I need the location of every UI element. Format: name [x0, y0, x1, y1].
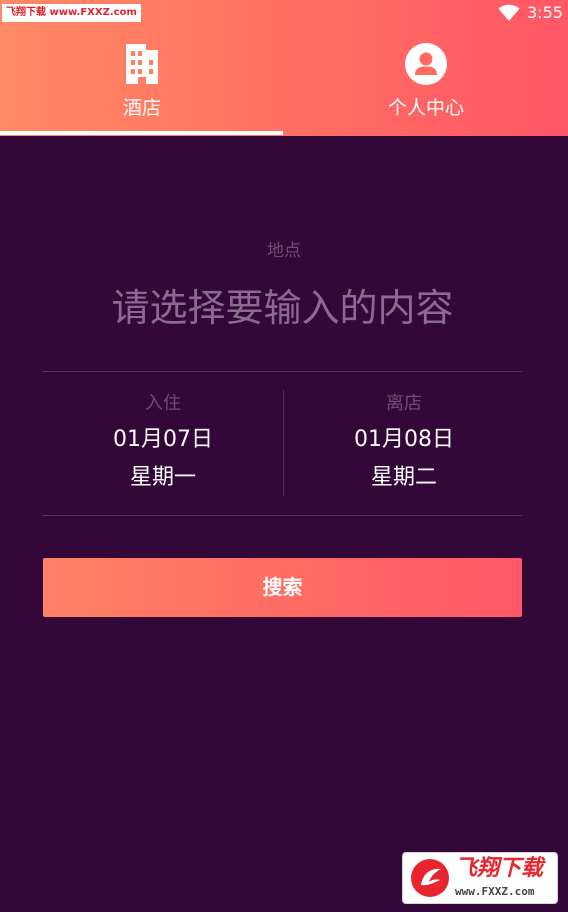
status-time: 3:55 [527, 3, 563, 22]
tab-hotel-label: 酒店 [122, 97, 161, 119]
tab-hotel[interactable]: 酒店 [0, 40, 284, 130]
tab-profile-label: 个人中心 [387, 97, 464, 119]
top-tab-bar: 飞翔下载 www.FXXZ.com 3:55 酒店 个人中心 [0, 0, 568, 136]
watermark-logo-icon [411, 859, 449, 897]
building-icon [126, 44, 158, 84]
checkin-date: 01月07日 [113, 427, 213, 452]
watermark-top-left: 飞翔下载 www.FXXZ.com [2, 4, 141, 22]
divider-bottom [43, 515, 522, 516]
status-bar: 飞翔下载 www.FXXZ.com 3:55 [0, 0, 568, 28]
tab-selected-indicator [0, 131, 283, 135]
search-button[interactable]: 搜索 [43, 558, 522, 617]
checkout-weekday: 星期二 [370, 465, 437, 490]
watermark-bottom-right: 飞翔下载 www.FXXZ.com [402, 852, 558, 904]
checkout-date: 01月08日 [354, 427, 454, 452]
checkout-date-picker[interactable]: 离店 01月08日 星期二 [284, 388, 524, 500]
divider-top [43, 371, 522, 372]
user-icon [405, 43, 447, 85]
tab-profile[interactable]: 个人中心 [284, 40, 568, 130]
location-label: 地点 [267, 241, 301, 261]
checkin-weekday: 星期一 [129, 465, 196, 490]
location-input[interactable]: 请选择要输入的内容 [43, 280, 522, 336]
watermark-title: 飞翔下载 [455, 856, 544, 881]
checkin-date-picker[interactable]: 入住 01月07日 星期一 [43, 388, 283, 500]
checkout-label: 离店 [386, 393, 422, 414]
wifi-icon [498, 4, 520, 21]
checkin-label: 入住 [145, 393, 181, 414]
watermark-url: www.FXXZ.com [455, 885, 535, 898]
